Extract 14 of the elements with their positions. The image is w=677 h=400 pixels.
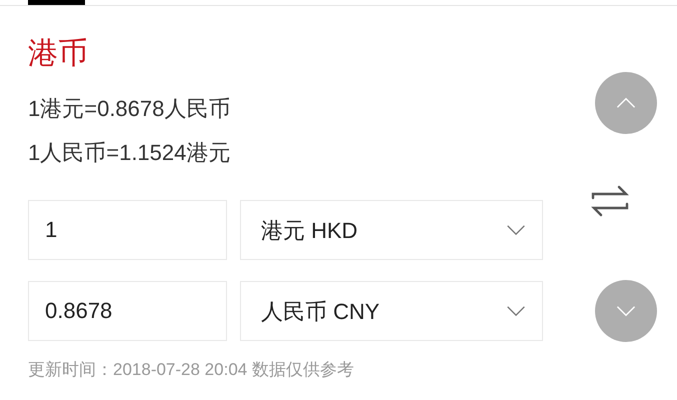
- chevron-down-icon: [506, 224, 526, 236]
- chevron-down-icon: [615, 305, 637, 317]
- currency-select[interactable]: 人民币 CNY: [240, 281, 543, 341]
- amount-field[interactable]: 1: [28, 200, 227, 260]
- currency-title: 港币: [28, 36, 89, 72]
- currency-select[interactable]: 港元 HKD: [240, 200, 543, 260]
- amount-field[interactable]: 0.8678: [28, 281, 227, 341]
- chevron-down-icon: [506, 305, 526, 317]
- update-time-text: 更新时间：2018-07-28 20:04 数据仅供参考: [28, 359, 354, 381]
- chevron-up-icon: [615, 97, 637, 109]
- swap-icon: [590, 184, 630, 218]
- exchange-rate-text: 1人民币=1.1524港元: [28, 139, 230, 167]
- tab-indicator: [28, 0, 85, 5]
- exchange-rate-text: 1港元=0.8678人民币: [28, 95, 230, 123]
